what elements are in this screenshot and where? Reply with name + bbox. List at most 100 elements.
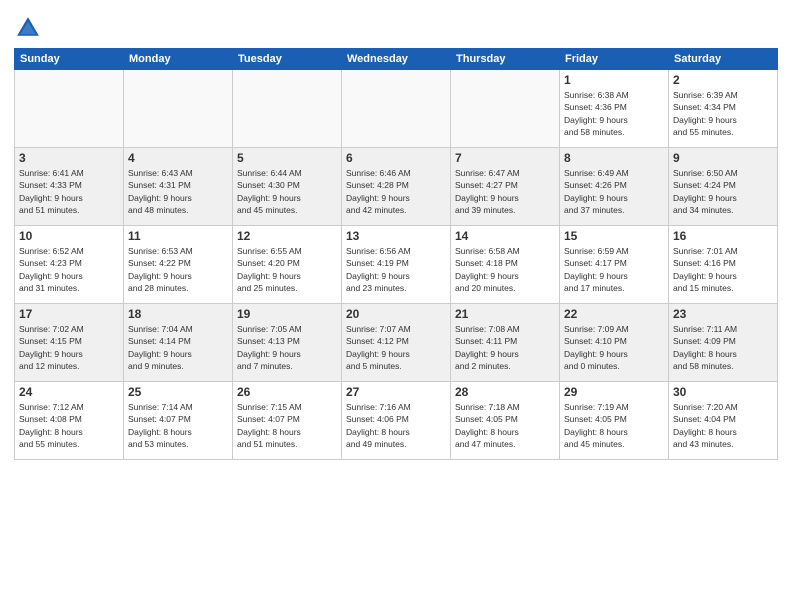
- calendar-cell: [342, 70, 451, 148]
- day-info: Sunrise: 7:20 AMSunset: 4:04 PMDaylight:…: [673, 401, 773, 450]
- day-info: Sunrise: 7:16 AMSunset: 4:06 PMDaylight:…: [346, 401, 446, 450]
- day-number: 1: [564, 73, 664, 87]
- day-info: Sunrise: 7:14 AMSunset: 4:07 PMDaylight:…: [128, 401, 228, 450]
- week-row-1: 3Sunrise: 6:41 AMSunset: 4:33 PMDaylight…: [15, 148, 778, 226]
- day-number: 20: [346, 307, 446, 321]
- day-number: 4: [128, 151, 228, 165]
- calendar-cell: 15 Sunrise: 6:59 AMSunset: 4:17 PMDayligh…: [560, 226, 669, 304]
- day-info: Sunrise: 6:59 AMSunset: 4:17 PMDaylight:…: [564, 245, 664, 294]
- day-number: 12: [237, 229, 337, 243]
- day-number: 23: [673, 307, 773, 321]
- day-number: 2: [673, 73, 773, 87]
- calendar-cell: 22 Sunrise: 7:09 AMSunset: 4:10 PMDayligh…: [560, 304, 669, 382]
- day-info: Sunrise: 6:38 AMSunset: 4:36 PMDaylight:…: [564, 89, 664, 138]
- day-number: 5: [237, 151, 337, 165]
- calendar-cell: 29Sunrise: 7:19 AMSunset: 4:05 PMDayligh…: [560, 382, 669, 460]
- calendar-cell: 11 Sunrise: 6:53 AMSunset: 4:22 PMDayligh…: [124, 226, 233, 304]
- day-number: 11: [128, 229, 228, 243]
- calendar-cell: 2 Sunrise: 6:39 AMSunset: 4:34 PMDaylight…: [669, 70, 778, 148]
- calendar-cell: 4 Sunrise: 6:43 AMSunset: 4:31 PMDaylight…: [124, 148, 233, 226]
- calendar-cell: [124, 70, 233, 148]
- header: [14, 10, 778, 42]
- calendar-cell: 10 Sunrise: 6:52 AMSunset: 4:23 PMDayligh…: [15, 226, 124, 304]
- day-info: Sunrise: 6:46 AMSunset: 4:28 PMDaylight:…: [346, 167, 446, 216]
- day-info: Sunrise: 7:08 AMSunset: 4:11 PMDaylight:…: [455, 323, 555, 372]
- calendar-cell: 23 Sunrise: 7:11 AMSunset: 4:09 PMDayligh…: [669, 304, 778, 382]
- day-number: 19: [237, 307, 337, 321]
- col-header-monday: Monday: [124, 49, 233, 70]
- day-number: 21: [455, 307, 555, 321]
- calendar-cell: 8 Sunrise: 6:49 AMSunset: 4:26 PMDaylight…: [560, 148, 669, 226]
- day-info: Sunrise: 7:19 AMSunset: 4:05 PMDaylight:…: [564, 401, 664, 450]
- col-header-thursday: Thursday: [451, 49, 560, 70]
- day-info: Sunrise: 7:09 AMSunset: 4:10 PMDaylight:…: [564, 323, 664, 372]
- calendar-cell: 21 Sunrise: 7:08 AMSunset: 4:11 PMDayligh…: [451, 304, 560, 382]
- calendar-cell: 12 Sunrise: 6:55 AMSunset: 4:20 PMDayligh…: [233, 226, 342, 304]
- day-info: Sunrise: 6:52 AMSunset: 4:23 PMDaylight:…: [19, 245, 119, 294]
- day-info: Sunrise: 7:11 AMSunset: 4:09 PMDaylight:…: [673, 323, 773, 372]
- day-number: 18: [128, 307, 228, 321]
- day-number: 3: [19, 151, 119, 165]
- calendar-cell: [15, 70, 124, 148]
- day-number: 22: [564, 307, 664, 321]
- calendar-cell: 1 Sunrise: 6:38 AMSunset: 4:36 PMDaylight…: [560, 70, 669, 148]
- day-number: 13: [346, 229, 446, 243]
- col-header-tuesday: Tuesday: [233, 49, 342, 70]
- logo-icon: [14, 14, 42, 42]
- day-number: 24: [19, 385, 119, 399]
- calendar-cell: 24 Sunrise: 7:12 AMSunset: 4:08 PMDayligh…: [15, 382, 124, 460]
- week-row-2: 10 Sunrise: 6:52 AMSunset: 4:23 PMDayligh…: [15, 226, 778, 304]
- calendar-cell: 14 Sunrise: 6:58 AMSunset: 4:18 PMDayligh…: [451, 226, 560, 304]
- col-header-wednesday: Wednesday: [342, 49, 451, 70]
- day-info: Sunrise: 7:12 AMSunset: 4:08 PMDaylight:…: [19, 401, 119, 450]
- logo: [14, 14, 46, 42]
- calendar-cell: 18 Sunrise: 7:04 AMSunset: 4:14 PMDayligh…: [124, 304, 233, 382]
- day-info: Sunrise: 7:07 AMSunset: 4:12 PMDaylight:…: [346, 323, 446, 372]
- day-info: Sunrise: 6:56 AMSunset: 4:19 PMDaylight:…: [346, 245, 446, 294]
- calendar-body: 1 Sunrise: 6:38 AMSunset: 4:36 PMDaylight…: [15, 70, 778, 460]
- calendar-cell: 27 Sunrise: 7:16 AMSunset: 4:06 PMDayligh…: [342, 382, 451, 460]
- day-number: 30: [673, 385, 773, 399]
- week-row-3: 17Sunrise: 7:02 AMSunset: 4:15 PMDayligh…: [15, 304, 778, 382]
- day-number: 14: [455, 229, 555, 243]
- calendar-cell: 6Sunrise: 6:46 AMSunset: 4:28 PMDaylight…: [342, 148, 451, 226]
- day-info: Sunrise: 7:04 AMSunset: 4:14 PMDaylight:…: [128, 323, 228, 372]
- day-info: Sunrise: 6:58 AMSunset: 4:18 PMDaylight:…: [455, 245, 555, 294]
- calendar-cell: [451, 70, 560, 148]
- day-info: Sunrise: 7:01 AMSunset: 4:16 PMDaylight:…: [673, 245, 773, 294]
- day-number: 25: [128, 385, 228, 399]
- calendar-cell: 17Sunrise: 7:02 AMSunset: 4:15 PMDayligh…: [15, 304, 124, 382]
- col-header-saturday: Saturday: [669, 49, 778, 70]
- header-row: SundayMondayTuesdayWednesdayThursdayFrid…: [15, 49, 778, 70]
- day-number: 7: [455, 151, 555, 165]
- day-number: 9: [673, 151, 773, 165]
- day-info: Sunrise: 6:55 AMSunset: 4:20 PMDaylight:…: [237, 245, 337, 294]
- day-number: 15: [564, 229, 664, 243]
- day-info: Sunrise: 6:44 AMSunset: 4:30 PMDaylight:…: [237, 167, 337, 216]
- calendar-cell: 7Sunrise: 6:47 AMSunset: 4:27 PMDaylight…: [451, 148, 560, 226]
- day-info: Sunrise: 7:18 AMSunset: 4:05 PMDaylight:…: [455, 401, 555, 450]
- week-row-0: 1 Sunrise: 6:38 AMSunset: 4:36 PMDaylight…: [15, 70, 778, 148]
- day-number: 8: [564, 151, 664, 165]
- calendar-cell: [233, 70, 342, 148]
- day-info: Sunrise: 6:50 AMSunset: 4:24 PMDaylight:…: [673, 167, 773, 216]
- day-number: 27: [346, 385, 446, 399]
- calendar-cell: 13 Sunrise: 6:56 AMSunset: 4:19 PMDayligh…: [342, 226, 451, 304]
- day-number: 16: [673, 229, 773, 243]
- page: SundayMondayTuesdayWednesdayThursdayFrid…: [0, 0, 792, 612]
- day-info: Sunrise: 6:53 AMSunset: 4:22 PMDaylight:…: [128, 245, 228, 294]
- calendar-header: SundayMondayTuesdayWednesdayThursdayFrid…: [15, 49, 778, 70]
- day-info: Sunrise: 6:49 AMSunset: 4:26 PMDaylight:…: [564, 167, 664, 216]
- day-info: Sunrise: 6:43 AMSunset: 4:31 PMDaylight:…: [128, 167, 228, 216]
- calendar-cell: 28 Sunrise: 7:18 AMSunset: 4:05 PMDayligh…: [451, 382, 560, 460]
- day-number: 26: [237, 385, 337, 399]
- calendar-cell: 30 Sunrise: 7:20 AMSunset: 4:04 PMDayligh…: [669, 382, 778, 460]
- calendar-cell: 5 Sunrise: 6:44 AMSunset: 4:30 PMDaylight…: [233, 148, 342, 226]
- calendar-cell: 25 Sunrise: 7:14 AMSunset: 4:07 PMDayligh…: [124, 382, 233, 460]
- calendar-cell: 19Sunrise: 7:05 AMSunset: 4:13 PMDayligh…: [233, 304, 342, 382]
- day-info: Sunrise: 6:39 AMSunset: 4:34 PMDaylight:…: [673, 89, 773, 138]
- day-number: 10: [19, 229, 119, 243]
- col-header-sunday: Sunday: [15, 49, 124, 70]
- day-number: 28: [455, 385, 555, 399]
- calendar-table: SundayMondayTuesdayWednesdayThursdayFrid…: [14, 48, 778, 460]
